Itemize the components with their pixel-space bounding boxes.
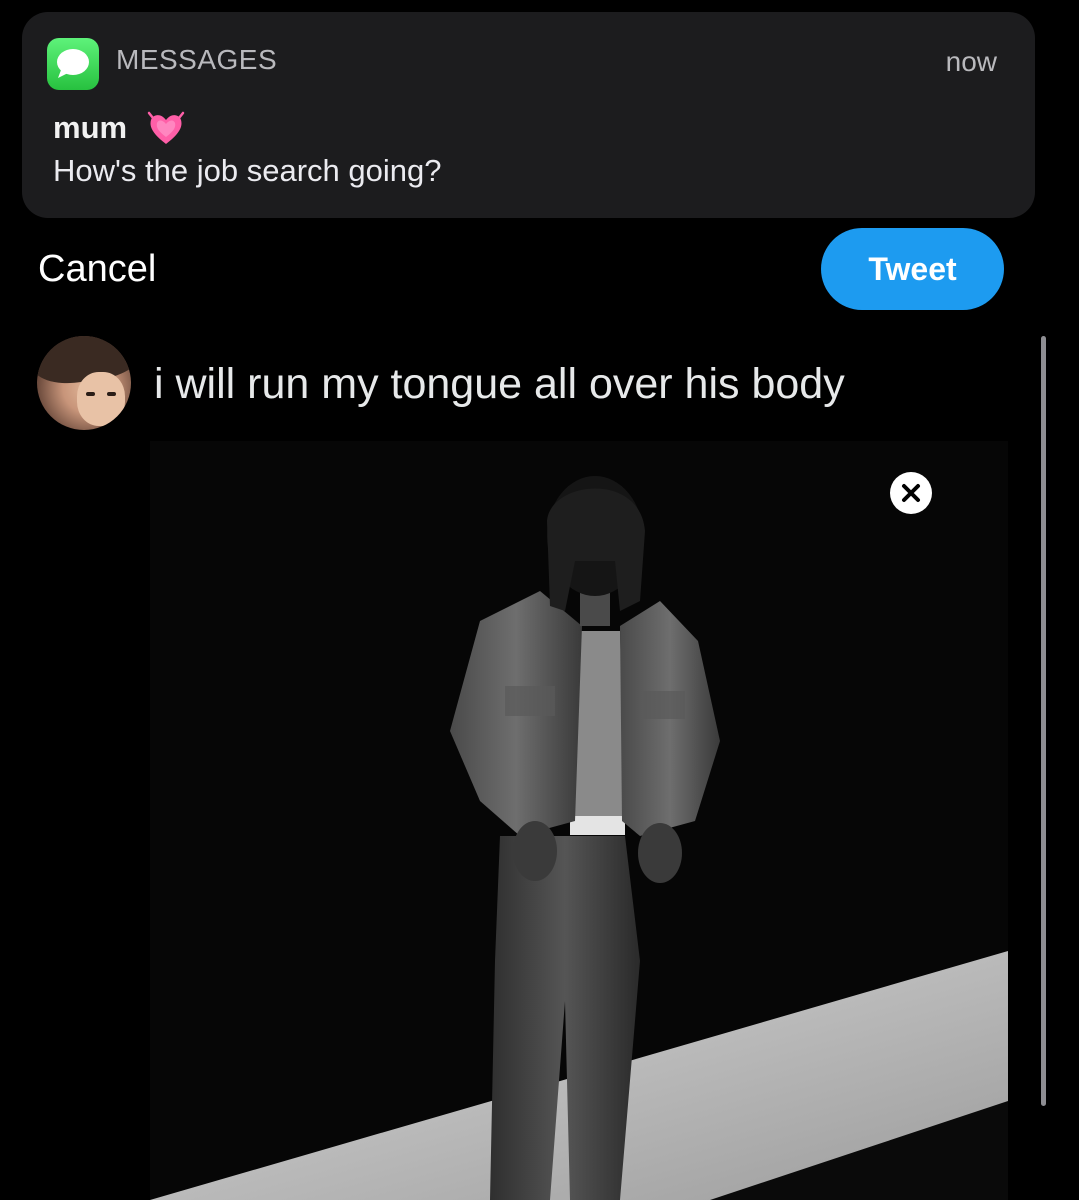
growing-heart-icon — [147, 110, 185, 148]
media-attachment[interactable] — [150, 441, 1008, 1200]
attached-photo — [150, 441, 1008, 1200]
notification-time: now — [945, 46, 997, 77]
tweet-text-input[interactable]: i will run my tongue all over his body — [154, 360, 845, 409]
cancel-button[interactable]: Cancel — [38, 248, 156, 291]
notification-sender-name: mum — [53, 110, 128, 145]
notification-message: How's the job search going? — [53, 153, 442, 188]
tweet-button[interactable]: Tweet — [821, 228, 1004, 310]
notification-app-name: MESSAGES — [116, 44, 278, 75]
messages-app-icon — [47, 38, 99, 90]
notification-sender: mum — [53, 108, 185, 148]
avatar[interactable] — [37, 336, 131, 430]
messages-notification[interactable]: MESSAGES now mum How's the job search go… — [22, 12, 1035, 218]
close-icon[interactable] — [890, 472, 932, 514]
scrollbar[interactable] — [1041, 336, 1046, 1106]
